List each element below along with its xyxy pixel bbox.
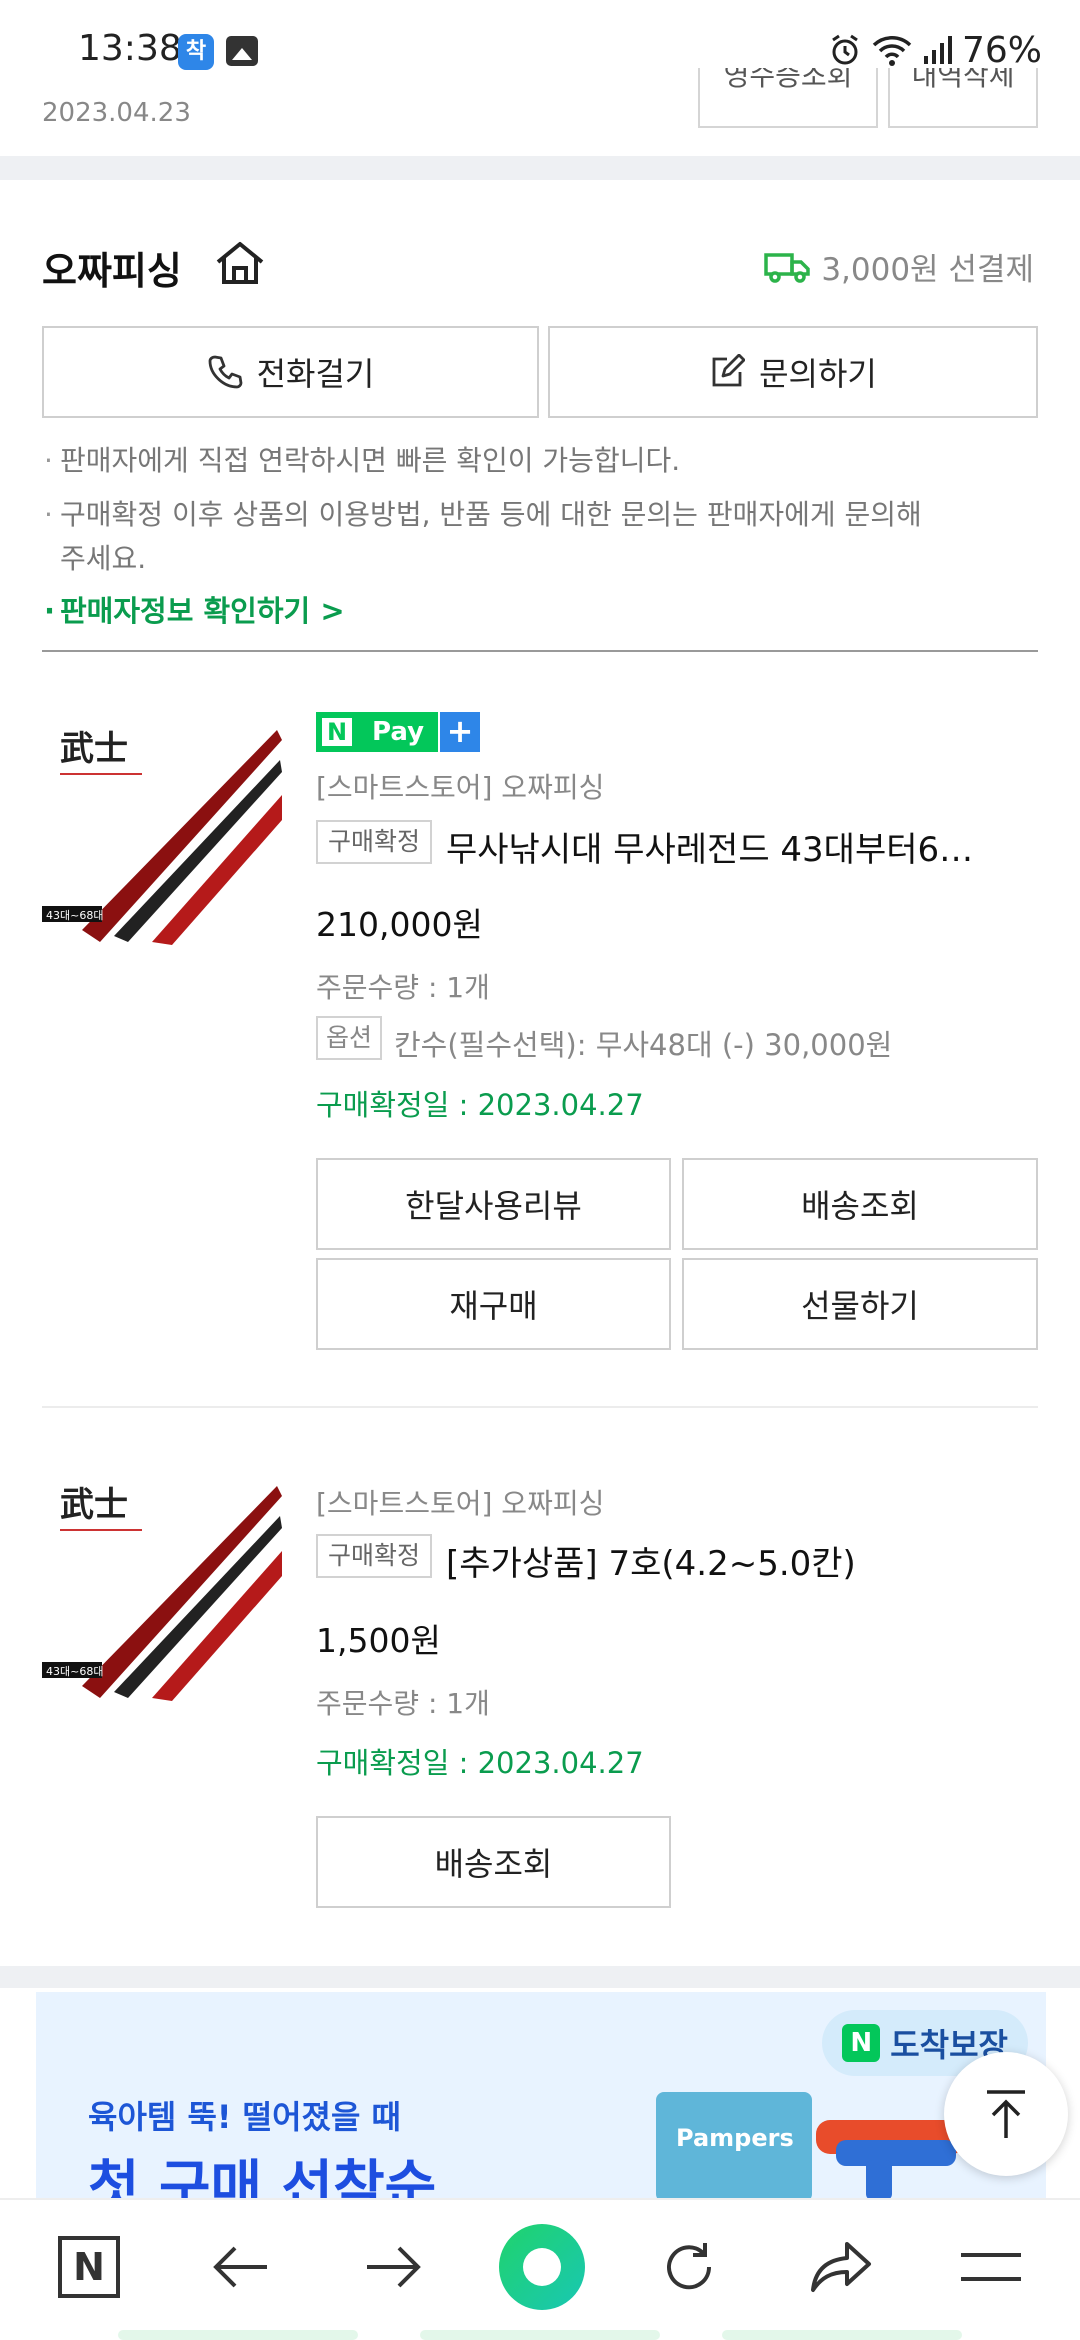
svg-text:武士: 武士	[60, 1485, 128, 1525]
svg-text:43대~68대: 43대~68대	[46, 909, 103, 922]
track-delivery-button[interactable]: 배송조회	[316, 1816, 671, 1908]
arrow-left-icon	[213, 2246, 267, 2288]
confirm-date: 구매확정일 : 2023.04.27	[316, 1088, 644, 1122]
order-quantity: 주문수량 : 1개	[316, 1687, 490, 1720]
delivery-truck-icon	[764, 252, 811, 283]
call-seller-button[interactable]: 전화걸기	[42, 326, 539, 418]
product-name[interactable]: [추가상품] 7호(4.2~5.0칸)	[446, 1536, 1040, 1585]
npay-label: Pay	[358, 712, 438, 752]
delete-history-button[interactable]: 내역삭제	[888, 68, 1038, 128]
menu-icon	[961, 2253, 1021, 2281]
option-badge: 옵션	[316, 1016, 383, 1060]
receipt-button-label: 영수증조회	[723, 68, 853, 92]
delete-history-label: 내역삭제	[911, 68, 1015, 92]
share-icon	[811, 2242, 871, 2292]
npay-plus-badge: N Pay +	[316, 712, 480, 752]
status-indicators: 76%	[828, 29, 1042, 71]
product-store[interactable]: [스마트스토어] 오짜피싱	[316, 766, 604, 806]
naver-home-button[interactable]: N	[44, 2222, 134, 2312]
option-text: 칸수(필수선택): 무사48대 (-) 30,000원	[394, 1028, 893, 1062]
signal-icon	[923, 36, 952, 64]
seller-name[interactable]: 오짜피싱	[42, 240, 182, 295]
call-seller-label: 전화걸기	[256, 355, 375, 393]
nav-indicator	[420, 2330, 660, 2340]
seller-note-2-cont: 주세요.	[60, 542, 147, 575]
wifi-icon	[872, 36, 912, 66]
shipping-fee-text: 3,000원 선결제	[821, 252, 1034, 288]
ad-banner[interactable]: N 도착보장 육아템 뚝! 떨어졌을 때 첫 구매 선착순 Pampers	[36, 1992, 1046, 2202]
naver-n-icon: N	[316, 712, 358, 752]
scroll-top-button[interactable]	[944, 2052, 1068, 2176]
store-home-icon[interactable]	[214, 240, 266, 286]
product-price: 210,000원	[316, 905, 483, 944]
refresh-icon	[667, 2243, 712, 2290]
naver-n-icon: N	[842, 2024, 881, 2062]
repurchase-button[interactable]: 재구매	[316, 1258, 671, 1350]
seller-info-link[interactable]: · 판매자정보 확인하기 >	[44, 588, 345, 630]
product-thumbnail[interactable]: 武士 43대~68대	[42, 1466, 282, 1706]
receipt-button[interactable]: 영수증조회	[698, 68, 878, 128]
battery-level: 76%	[961, 29, 1042, 71]
track-delivery-button[interactable]: 배송조회	[682, 1158, 1038, 1250]
image-notification-icon	[226, 36, 258, 66]
product-price: 1,500원	[316, 1621, 441, 1660]
phone-icon	[208, 355, 243, 389]
arrow-right-icon	[367, 2246, 421, 2288]
shipping-fee: 3,000원 선결제	[763, 244, 1034, 289]
monthly-review-button[interactable]: 한달사용리뷰	[316, 1158, 671, 1250]
green-dot-icon	[499, 2224, 585, 2310]
ad-title: 첫 구매 선착순	[88, 2155, 437, 2202]
app-notification-icon: 착	[178, 34, 214, 70]
svg-text:43대~68대: 43대~68대	[46, 1665, 103, 1678]
menu-button[interactable]	[946, 2222, 1036, 2312]
refresh-button[interactable]	[644, 2222, 734, 2312]
alarm-icon	[832, 34, 858, 65]
order-quantity: 주문수량 : 1개	[316, 971, 490, 1004]
svg-text:武士: 武士	[60, 729, 128, 769]
purchase-status-badge: 구매확정	[316, 1534, 433, 1578]
section-separator	[0, 1966, 1080, 1988]
status-time: 13:38	[78, 28, 182, 69]
naver-n-icon: N	[58, 2236, 120, 2298]
order-date: 2023.04.23	[42, 98, 191, 128]
nav-indicator	[722, 2330, 962, 2340]
forward-button[interactable]	[348, 2222, 438, 2312]
product-store[interactable]: [스마트스토어] 오짜피싱	[316, 1482, 604, 1522]
gift-button[interactable]: 선물하기	[682, 1258, 1038, 1350]
bottom-navigation: N	[0, 2198, 1080, 2340]
purchase-status-badge: 구매확정	[316, 820, 433, 864]
diaper-brand: Pampers	[676, 2124, 794, 2152]
arrow-up-icon	[987, 2090, 1025, 2138]
share-button[interactable]	[796, 2222, 886, 2312]
section-divider	[42, 650, 1038, 652]
fishing-rod-image: 武士 43대~68대	[42, 710, 282, 950]
product-divider	[42, 1406, 1038, 1408]
back-button[interactable]	[196, 2222, 286, 2312]
inquiry-button[interactable]: 문의하기	[548, 326, 1038, 418]
product-name[interactable]: 무사낚시대 무사레전드 43대부터6…	[446, 822, 1040, 871]
npay-plus-icon: +	[440, 712, 480, 752]
product-thumbnail[interactable]: 武士 43대~68대	[42, 710, 282, 950]
edit-icon	[712, 354, 746, 387]
ad-subtitle: 육아템 뚝! 떨어졌을 때	[88, 2098, 401, 2136]
inquiry-label: 문의하기	[759, 355, 877, 393]
fishing-rod-image: 武士 43대~68대	[42, 1466, 282, 1706]
seller-note-1: · 판매자에게 직접 연락하시면 빠른 확인이 가능합니다.	[44, 444, 681, 477]
green-dot-button[interactable]	[497, 2222, 587, 2312]
nav-indicator	[118, 2330, 358, 2340]
seller-note-2: · 구매확정 이후 상품의 이용방법, 반품 등에 대한 문의는 판매자에게 문의…	[44, 498, 922, 531]
confirm-date: 구매확정일 : 2023.04.27	[316, 1746, 644, 1780]
section-separator	[0, 156, 1080, 180]
